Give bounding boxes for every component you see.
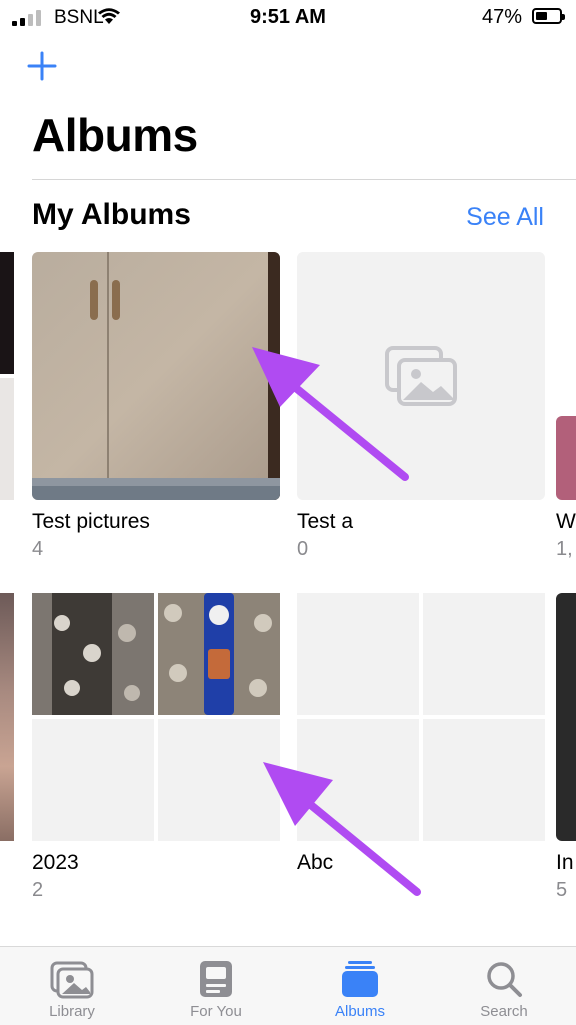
- album-cover-grid: [297, 593, 545, 841]
- add-album-button[interactable]: [26, 50, 58, 82]
- see-all-button[interactable]: See All: [466, 203, 544, 232]
- album-photo-placeholder: [423, 719, 545, 841]
- album-name: W: [556, 510, 576, 533]
- tab-label: Albums: [334, 1003, 386, 1020]
- album-count: 4: [32, 538, 44, 560]
- tab-library[interactable]: Library: [0, 947, 144, 1025]
- section-title: My Albums: [32, 198, 191, 231]
- album-count: 2: [32, 879, 44, 901]
- album-name: Test pictures: [32, 510, 150, 533]
- photo-library-icon: [50, 961, 94, 999]
- album-name: In: [556, 851, 574, 874]
- album-cover-photo: [32, 252, 280, 500]
- tab-label: Library: [49, 1003, 95, 1020]
- tab-bar: Library For You Albums Search: [0, 946, 576, 1025]
- tab-for-you[interactable]: For You: [144, 947, 288, 1025]
- divider: [32, 179, 576, 180]
- page-title: Albums: [32, 109, 198, 161]
- tab-label: Search: [480, 1003, 528, 1020]
- album-photo-placeholder: [297, 593, 419, 715]
- partial-album-in[interactable]: In 5: [556, 593, 576, 903]
- partial-album-thumbnail[interactable]: [0, 593, 14, 841]
- album-photo: [32, 593, 154, 715]
- album-photo: [158, 593, 280, 715]
- album-name: Test a: [297, 510, 354, 533]
- album-name: Abc: [297, 851, 334, 874]
- album-count: 5: [556, 879, 568, 901]
- album-count: 0: [297, 538, 309, 560]
- for-you-icon: [200, 961, 232, 997]
- tab-albums[interactable]: Albums: [288, 947, 432, 1025]
- magnifier-icon: [487, 962, 522, 997]
- photo-placeholder-icon: [385, 346, 457, 406]
- album-photo-placeholder: [158, 719, 280, 841]
- albums-icon: [342, 961, 378, 997]
- empty-album-cover: [297, 252, 545, 500]
- album-photo-placeholder: [423, 593, 545, 715]
- partial-album-thumbnail[interactable]: [0, 252, 14, 374]
- battery-icon: [532, 8, 565, 24]
- partial-album-thumbnail[interactable]: [0, 378, 14, 500]
- status-bar: BSNL 9:51 AM 47%: [0, 0, 576, 34]
- album-photo-placeholder: [297, 719, 419, 841]
- album-cover-grid: [32, 593, 280, 841]
- album-count: 1,: [556, 538, 573, 560]
- partial-album-w[interactable]: W 1,: [556, 252, 576, 562]
- album-name: 2023: [32, 851, 79, 874]
- album-photo-placeholder: [32, 719, 154, 841]
- tab-search[interactable]: Search: [432, 947, 576, 1025]
- tab-label: For You: [190, 1003, 242, 1020]
- battery-percentage: 47%: [481, 6, 522, 28]
